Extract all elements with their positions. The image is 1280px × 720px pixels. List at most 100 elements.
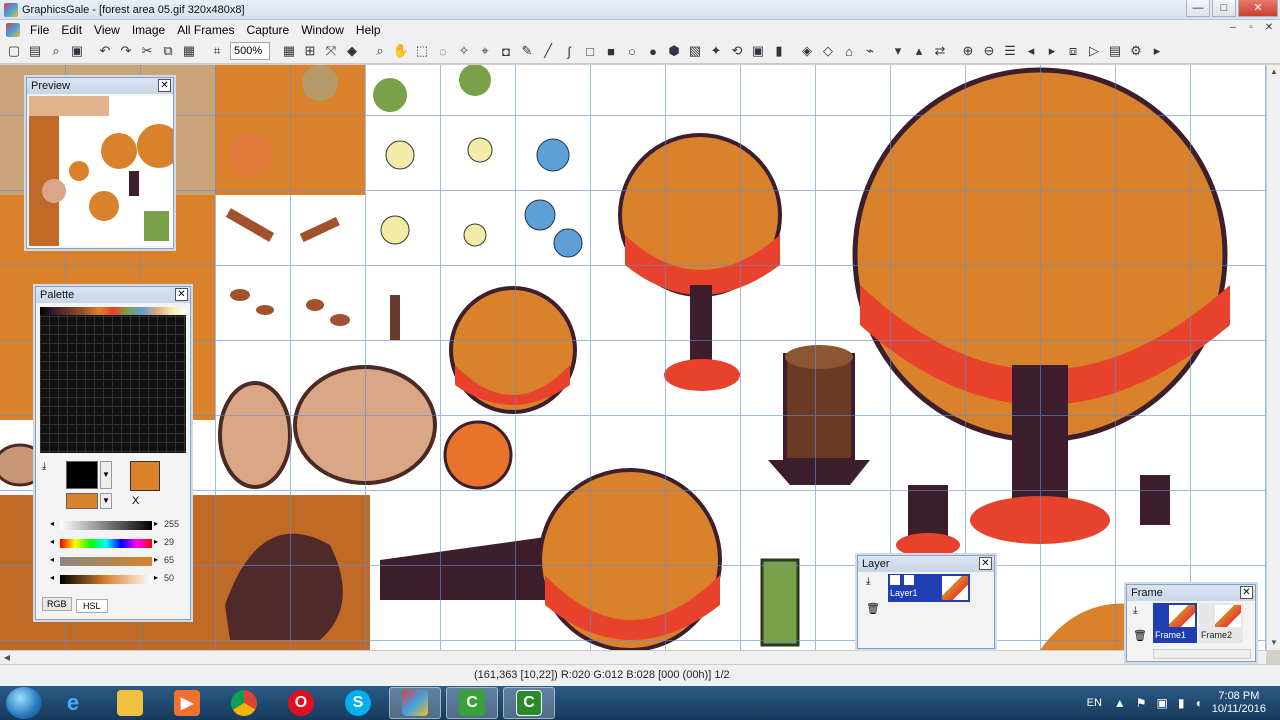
lasso-icon[interactable]: ◌ [433,41,453,61]
slider-left-arrow-icon[interactable]: ◂ [50,573,54,582]
rect-select-icon[interactable]: ⬚ [412,41,432,61]
new-file-icon[interactable]: ▢ [4,41,24,61]
text-icon[interactable]: ▮ [769,41,789,61]
frame-scrollbar[interactable] [1153,649,1251,659]
maximize-button[interactable]: □ [1212,0,1236,17]
swap-colors-label[interactable]: X [132,495,139,507]
layer-close-button[interactable]: ✕ [979,557,992,570]
preview-close-button[interactable]: ✕ [158,79,171,92]
frame-item-2[interactable]: Frame2 [1199,603,1243,643]
pin-icon[interactable]: ⤓ [42,461,46,472]
transform-icon[interactable]: ⤧ [321,41,341,61]
filled-rectangle-icon[interactable]: ■ [601,41,621,61]
clock[interactable]: 7:08 PM 10/11/2016 [1212,690,1266,716]
menu-window[interactable]: Window [295,23,350,37]
paste-icon[interactable]: ▦ [179,41,199,61]
slider-row-1[interactable]: ◂ ▸ 255 [50,519,180,533]
scroll-down-icon[interactable]: ▼ [1267,636,1280,650]
prev-frame-icon[interactable]: ◂ [1021,41,1041,61]
taskbar-graphicsgale[interactable] [389,687,441,719]
taskbar-internet-explorer[interactable]: e [47,687,99,719]
taskbar-camtasia[interactable]: C [446,687,498,719]
filled-ellipse-icon[interactable]: ● [643,41,663,61]
undo-icon[interactable]: ↶ [95,41,115,61]
open-file-icon[interactable]: ▤ [25,41,45,61]
more-icon[interactable]: ▸ [1147,41,1167,61]
menu-capture[interactable]: Capture [241,23,296,37]
tray-app-icon[interactable]: ▣ [1157,696,1168,710]
tab-hsl[interactable]: HSL [76,599,108,613]
mdi-close-button[interactable]: ✕ [1262,21,1276,35]
menu-all-frames[interactable]: All Frames [171,23,240,37]
gradient-icon[interactable]: ▧ [685,41,705,61]
slider-left-arrow-icon[interactable]: ◂ [50,519,54,528]
cut-icon[interactable]: ✂ [137,41,157,61]
taskbar-media-player[interactable]: ▶ [161,687,213,719]
menu-edit[interactable]: Edit [55,23,88,37]
slider-right-arrow-icon[interactable]: ▸ [154,573,158,582]
down-arrow-icon[interactable]: ▾ [888,41,908,61]
slider-right-arrow-icon[interactable]: ▸ [154,537,158,546]
layer-pin-icon[interactable]: ⤓ [866,576,870,587]
flag-icon[interactable]: ⚑ [1136,696,1147,710]
primary-color-swatch[interactable] [130,461,160,491]
curve-icon[interactable]: ∫ [559,41,579,61]
taskbar-chrome[interactable] [218,687,270,719]
line-icon[interactable]: ╱ [538,41,558,61]
slider-left-arrow-icon[interactable]: ◂ [50,555,54,564]
frame-list-icon[interactable]: ☰ [1000,41,1020,61]
frame-window[interactable]: Frame ✕ ⤓ 🗑 Frame1 Frame2 [1126,584,1256,662]
hand-tool-icon[interactable]: ✋ [391,41,411,61]
palette-grid[interactable] [40,307,186,453]
mdi-minimize-button[interactable]: – [1226,21,1240,35]
slider-row-2[interactable]: ◂ ▸ 29 [50,537,180,551]
redo-icon[interactable]: ↷ [116,41,136,61]
layer-row[interactable]: Layer1 [888,574,970,602]
volume-icon[interactable]: ◖ [1195,696,1202,710]
minimize-button[interactable]: — [1186,0,1210,17]
menu-help[interactable]: Help [350,23,387,37]
frame-add-icon[interactable]: ⊕ [958,41,978,61]
stamp-icon[interactable]: ▣ [748,41,768,61]
tool-select-icon[interactable]: ◆ [342,41,362,61]
frame-trash-icon[interactable]: 🗑 [1133,629,1147,642]
background-color-swatch-small[interactable] [66,493,98,509]
eyedropper-icon[interactable]: ⌖ [475,41,495,61]
scroll-up-icon[interactable]: ▲ [1267,65,1280,79]
align-icon[interactable]: ⊞ [300,41,320,61]
foreground-dropdown-icon[interactable]: ▼ [100,461,112,489]
play-icon[interactable]: ▷ [1084,41,1104,61]
layer-title-bar[interactable]: Layer ✕ [858,556,994,572]
slider-right-arrow-icon[interactable]: ▸ [154,555,158,564]
magic-wand-icon[interactable]: ✧ [454,41,474,61]
search-icon[interactable]: ⌕ [46,41,66,61]
slider-right-arrow-icon[interactable]: ▸ [154,519,158,528]
palette-close-button[interactable]: ✕ [175,288,188,301]
slider-row-3[interactable]: ◂ ▸ 65 [50,555,180,569]
preview-window[interactable]: Preview ✕ [26,77,174,249]
up-arrow-icon[interactable]: ▴ [909,41,929,61]
menu-image[interactable]: Image [126,23,171,37]
save-icon[interactable]: ▣ [67,41,87,61]
layer-visible-icon[interactable] [890,575,900,585]
zoom-select[interactable]: 500% [230,42,270,60]
scroll-left-icon[interactable]: ◀ [0,651,14,665]
blend-icon[interactable]: ◈ [797,41,817,61]
ellipse-icon[interactable]: ○ [622,41,642,61]
vertical-scrollbar[interactable]: ▲ ▼ [1266,65,1280,650]
palette-window[interactable]: Palette ✕ ⤓ ▼ ▼ X ◂ ▸ 255 ◂ ▸ 29 ◂ ▸ 65 … [35,286,191,620]
frame-pin-icon[interactable]: ⤓ [1133,605,1137,616]
document-icon[interactable] [6,22,20,37]
export-icon[interactable]: ▤ [1105,41,1125,61]
start-button[interactable] [6,687,42,719]
smooth-icon[interactable]: ⌁ [860,41,880,61]
marquee-icon[interactable]: ◘ [496,41,516,61]
frame-title-bar[interactable]: Frame ✕ [1127,585,1255,601]
frame-delete-icon[interactable]: ⊖ [979,41,999,61]
layer-trash-icon[interactable]: 🗑 [866,602,880,615]
taskbar-skype[interactable]: S [332,687,384,719]
taskbar-camtasia-recorder[interactable]: C [503,687,555,719]
onion-skin-icon[interactable]: ⧈ [1063,41,1083,61]
network-icon[interactable]: ▮ [1178,696,1185,710]
brush-icon[interactable]: ✦ [706,41,726,61]
